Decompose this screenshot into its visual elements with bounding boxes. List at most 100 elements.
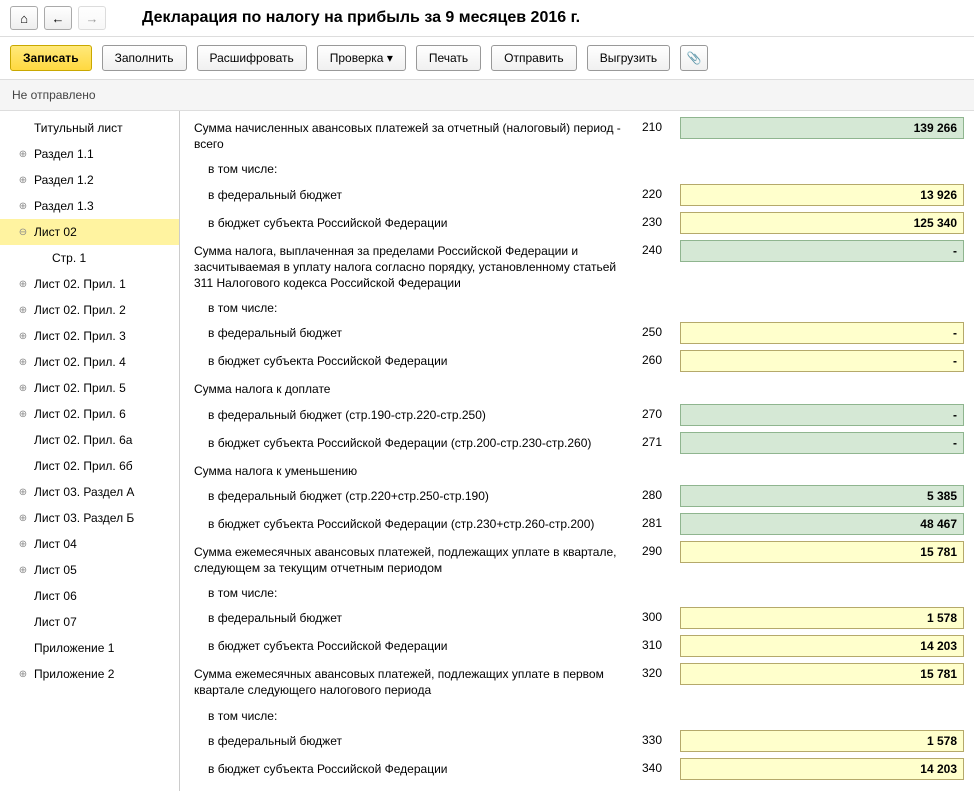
row-code: 240 (632, 240, 672, 257)
row-label: Сумма налога к уменьшению (194, 460, 624, 479)
form-row-340: в бюджет субъекта Российской Федерации34… (194, 758, 964, 780)
sidebar-item-label: Титульный лист (34, 121, 123, 135)
field-281[interactable] (680, 513, 964, 535)
form-row-1: в том числе: (194, 158, 964, 177)
expand-icon[interactable]: ⊕ (16, 305, 30, 316)
sidebar-item-3[interactable]: ⊕Раздел 1.3 (0, 193, 179, 219)
expand-icon[interactable]: ⊕ (16, 331, 30, 342)
expand-icon[interactable]: ⊕ (16, 487, 30, 498)
sidebar-item-15[interactable]: ⊕Лист 03. Раздел Б (0, 505, 179, 531)
row-code: 290 (632, 541, 672, 558)
sidebar-item-17[interactable]: ⊕ Лист 05 (0, 557, 179, 583)
form-row-260: в бюджет субъекта Российской Федерации26… (194, 350, 964, 372)
expand-icon[interactable]: ⊕ (16, 201, 30, 212)
field-310[interactable] (680, 635, 964, 657)
expand-icon[interactable]: ⊕ (16, 149, 30, 160)
row-label: Сумма начисленных авансовых платежей за … (194, 117, 624, 152)
row-code: 250 (632, 322, 672, 339)
paperclip-icon: 📎 (687, 51, 702, 65)
row-label: в федеральный бюджет (194, 730, 624, 749)
sidebar-item-6[interactable]: ⊕Лист 02. Прил. 1 (0, 271, 179, 297)
row-label: в федеральный бюджет (стр.190-стр.220-ст… (194, 404, 624, 423)
forward-button[interactable]: → (78, 6, 106, 30)
sidebar-item-label: Приложение 2 (34, 667, 114, 681)
sidebar-item-5[interactable]: Стр. 1 (0, 245, 179, 271)
field-250[interactable] (680, 322, 964, 344)
sidebar-item-label: Лист 02. Прил. 6а (34, 433, 132, 447)
export-button[interactable]: Выгрузить (587, 45, 671, 71)
sidebar-item-7[interactable]: ⊕ Лист 02. Прил. 2 (0, 297, 179, 323)
sidebar: Титульный лист ⊕Раздел 1.1⊕Раздел 1.2⊕Раз… (0, 111, 180, 791)
form-row-11: Сумма налога к уменьшению (194, 460, 964, 479)
sidebar-item-label: Приложение 1 (34, 641, 114, 655)
send-button[interactable]: Отправить (491, 45, 577, 71)
field-230[interactable] (680, 212, 964, 234)
collapse-icon[interactable]: ⊖ (16, 227, 30, 238)
field-320[interactable] (680, 663, 964, 685)
sidebar-item-0[interactable]: Титульный лист (0, 115, 179, 141)
expand-icon[interactable]: ⊕ (16, 409, 30, 420)
page-title: Декларация по налогу на прибыль за 9 мес… (142, 9, 580, 27)
row-code: 271 (632, 432, 672, 449)
sidebar-item-21[interactable]: ⊕ Приложение 2 (0, 661, 179, 687)
field-220[interactable] (680, 184, 964, 206)
sidebar-item-18[interactable]: Лист 06 (0, 583, 179, 609)
expand-icon[interactable]: ⊕ (16, 669, 30, 680)
expand-icon[interactable]: ⊕ (16, 175, 30, 186)
sidebar-item-label: Лист 02. Прил. 5 (34, 381, 126, 395)
form-row-8: Сумма налога к доплате (194, 378, 964, 397)
attach-button[interactable]: 📎 (680, 45, 708, 71)
check-button[interactable]: Проверка ▾ (317, 45, 406, 71)
sidebar-item-10[interactable]: ⊕ Лист 02. Прил. 5 (0, 375, 179, 401)
field-270[interactable] (680, 404, 964, 426)
field-300[interactable] (680, 607, 964, 629)
field-271[interactable] (680, 432, 964, 454)
sidebar-item-label: Лист 05 (34, 563, 77, 577)
sidebar-item-16[interactable]: ⊕ Лист 04 (0, 531, 179, 557)
sidebar-item-20[interactable]: Приложение 1 (0, 635, 179, 661)
field-340[interactable] (680, 758, 964, 780)
navbar: ⌂ ← → Декларация по налогу на прибыль за… (0, 0, 974, 37)
field-210[interactable] (680, 117, 964, 139)
field-280[interactable] (680, 485, 964, 507)
expand-icon[interactable]: ⊕ (16, 539, 30, 550)
sidebar-item-label: Лист 07 (34, 615, 77, 629)
expand-icon[interactable]: ⊕ (16, 279, 30, 290)
row-code: 230 (632, 212, 672, 229)
form-row-280: в федеральный бюджет (стр.220+стр.250-ст… (194, 485, 964, 507)
fill-button[interactable]: Заполнить (102, 45, 187, 71)
sidebar-item-label: Лист 02. Прил. 2 (34, 303, 126, 317)
decrypt-button[interactable]: Расшифровать (197, 45, 307, 71)
sidebar-item-2[interactable]: ⊕Раздел 1.2 (0, 167, 179, 193)
row-label: в бюджет субъекта Российской Федерации (194, 212, 624, 231)
expand-icon[interactable]: ⊕ (16, 513, 30, 524)
sidebar-item-1[interactable]: ⊕Раздел 1.1 (0, 141, 179, 167)
sidebar-item-4[interactable]: ⊖Лист 02 (0, 219, 179, 245)
row-label: Сумма налога к доплате (194, 378, 624, 397)
sidebar-item-8[interactable]: ⊕Лист 02. Прил. 3 (0, 323, 179, 349)
row-code: 281 (632, 513, 672, 530)
back-button[interactable]: ← (44, 6, 72, 30)
sidebar-item-12[interactable]: Лист 02. Прил. 6а (0, 427, 179, 453)
sidebar-item-11[interactable]: ⊕ Лист 02. Прил. 6 (0, 401, 179, 427)
sidebar-item-13[interactable]: Лист 02. Прил. 6б (0, 453, 179, 479)
home-button[interactable]: ⌂ (10, 6, 38, 30)
sidebar-item-14[interactable]: ⊕Лист 03. Раздел А (0, 479, 179, 505)
sidebar-item-label: Лист 04 (34, 537, 77, 551)
expand-icon[interactable]: ⊕ (16, 357, 30, 368)
form-row-271: в бюджет субъекта Российской Федерации (… (194, 432, 964, 454)
check-label: Проверка (330, 51, 384, 65)
expand-icon[interactable]: ⊕ (16, 383, 30, 394)
field-240[interactable] (680, 240, 964, 262)
field-330[interactable] (680, 730, 964, 752)
field-290[interactable] (680, 541, 964, 563)
sidebar-item-label: Лист 02. Прил. 6 (34, 407, 126, 421)
expand-icon[interactable]: ⊕ (16, 565, 30, 576)
sidebar-item-19[interactable]: Лист 07 (0, 609, 179, 635)
form-row-320: Сумма ежемесячных авансовых платежей, по… (194, 663, 964, 698)
form-row-290: Сумма ежемесячных авансовых платежей, по… (194, 541, 964, 576)
write-button[interactable]: Записать (10, 45, 92, 71)
field-260[interactable] (680, 350, 964, 372)
sidebar-item-9[interactable]: ⊕Лист 02. Прил. 4 (0, 349, 179, 375)
print-button[interactable]: Печать (416, 45, 481, 71)
